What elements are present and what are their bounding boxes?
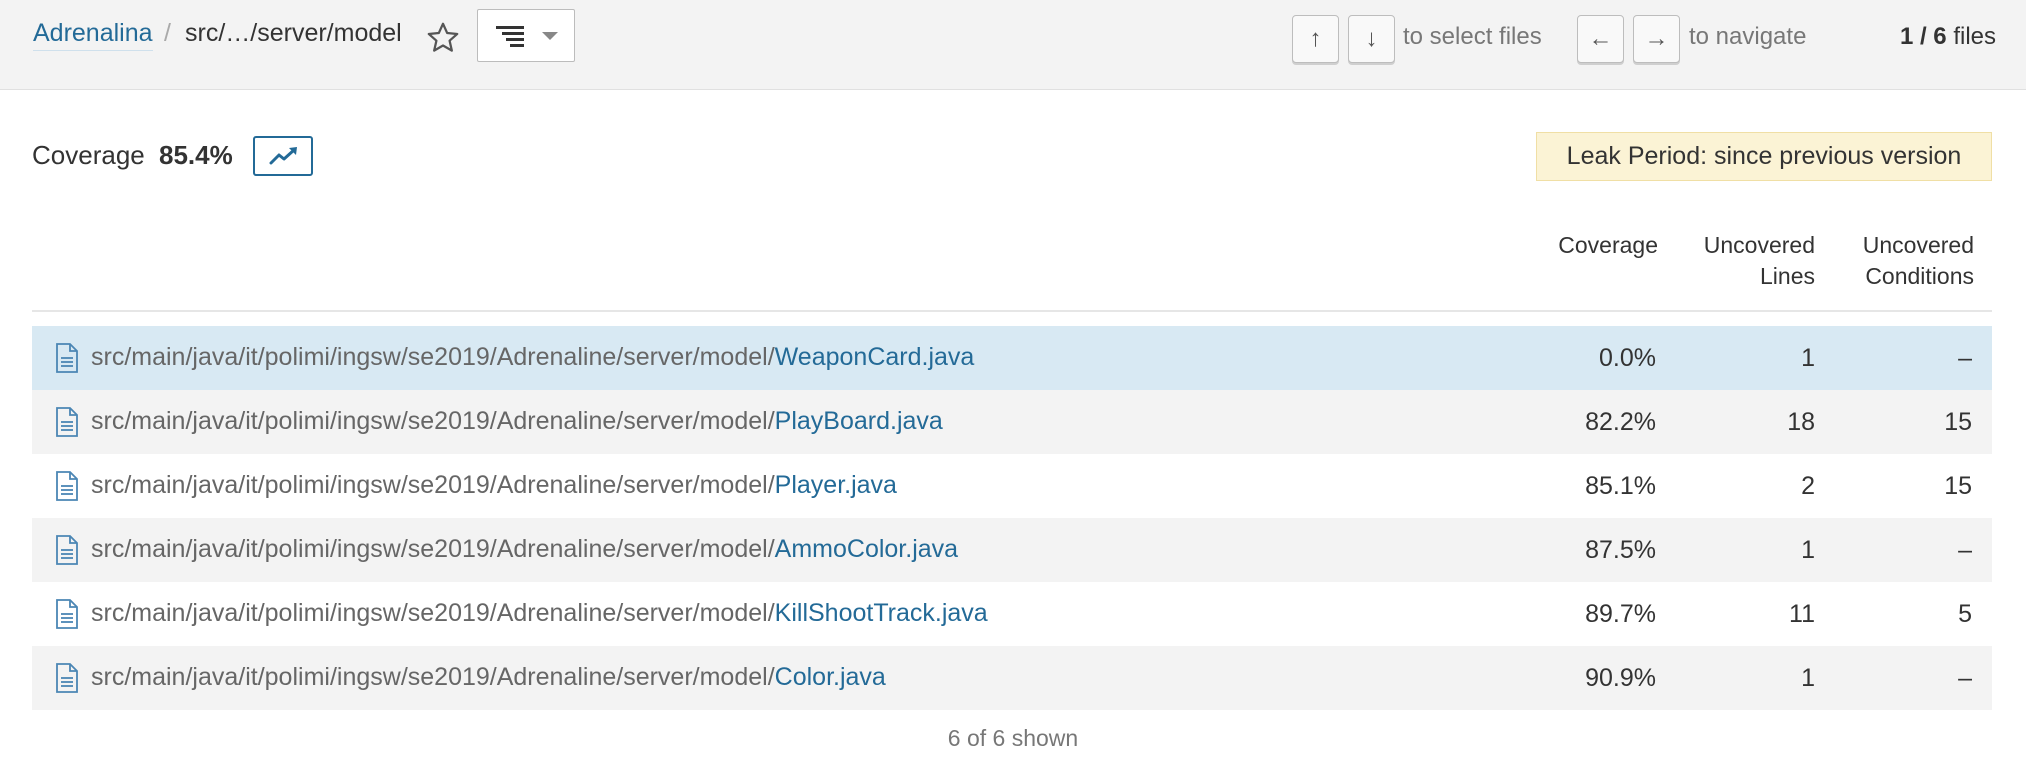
- file-icon: [55, 535, 79, 565]
- breadcrumb-project-link[interactable]: Adrenalina: [33, 18, 153, 51]
- column-header-uncovered-lines-line2: Lines: [1760, 263, 1815, 289]
- star-icon[interactable]: [425, 20, 461, 56]
- chevron-down-icon: [542, 32, 558, 40]
- file-counter: 1 / 6 files: [1900, 22, 1996, 52]
- column-header-uncovered-lines[interactable]: Uncovered Lines: [1704, 230, 1815, 292]
- view-mode-dropdown[interactable]: [477, 9, 575, 62]
- coverage-value: 0.0%: [1599, 344, 1656, 372]
- breadcrumb-separator: /: [164, 19, 171, 47]
- coverage-value: 85.1%: [1585, 472, 1656, 500]
- file-path-link[interactable]: src/main/java/it/polimi/ingsw/se2019/Adr…: [91, 406, 943, 436]
- file-counter-value: 1 / 6: [1899, 23, 1947, 50]
- file-directory: src/main/java/it/polimi/ingsw/se2019/Adr…: [91, 535, 775, 563]
- column-header-coverage[interactable]: Coverage: [1558, 230, 1658, 261]
- uncovered-conditions-value[interactable]: 15: [1944, 407, 1972, 437]
- table-row[interactable]: src/main/java/it/polimi/ingsw/se2019/Adr…: [32, 582, 1992, 646]
- file-table: src/main/java/it/polimi/ingsw/se2019/Adr…: [32, 326, 1992, 710]
- file-icon: [55, 407, 79, 437]
- file-path-link[interactable]: src/main/java/it/polimi/ingsw/se2019/Adr…: [91, 470, 897, 500]
- top-bar: Adrenalina / src/…/server/model ↑ ↓ to s…: [0, 0, 2026, 90]
- coverage-value: 89.7%: [1585, 600, 1656, 628]
- table-row[interactable]: src/main/java/it/polimi/ingsw/se2019/Adr…: [32, 326, 1992, 390]
- uncovered-conditions-value: –: [1958, 344, 1972, 372]
- coverage-value: 87.5%: [1585, 536, 1656, 564]
- table-row[interactable]: src/main/java/it/polimi/ingsw/se2019/Adr…: [32, 646, 1992, 710]
- file-name: WeaponCard.java: [774, 343, 975, 371]
- file-name: Player.java: [774, 471, 897, 499]
- arrow-down-key[interactable]: ↓: [1348, 15, 1395, 63]
- column-header-uncovered-conditions-line1: Uncovered: [1862, 232, 1974, 258]
- uncovered-lines-value[interactable]: 1: [1801, 535, 1815, 565]
- uncovered-conditions-value[interactable]: 5: [1958, 599, 1972, 629]
- file-name: KillShootTrack.java: [774, 599, 988, 627]
- table-row[interactable]: src/main/java/it/polimi/ingsw/se2019/Adr…: [32, 518, 1992, 582]
- uncovered-lines-value[interactable]: 1: [1801, 343, 1815, 373]
- table-header-divider: [32, 310, 1992, 312]
- coverage-value: 82.2%: [1585, 408, 1656, 436]
- file-directory: src/main/java/it/polimi/ingsw/se2019/Adr…: [91, 599, 775, 627]
- file-name: AmmoColor.java: [774, 535, 959, 563]
- coverage-value: 90.9%: [1585, 664, 1656, 692]
- file-icon: [55, 599, 79, 629]
- uncovered-lines-value[interactable]: 1: [1801, 663, 1815, 693]
- shown-count-footer: 6 of 6 shown: [947, 725, 1079, 751]
- leak-period-badge: Leak Period: since previous version: [1536, 132, 1992, 181]
- list-tree-icon: [496, 26, 524, 47]
- show-history-button[interactable]: [253, 136, 313, 176]
- file-directory: src/main/java/it/polimi/ingsw/se2019/Adr…: [91, 471, 775, 499]
- file-counter-suffix: files: [1953, 23, 1996, 50]
- arrow-left-key[interactable]: ←: [1577, 15, 1624, 63]
- file-name: PlayBoard.java: [774, 407, 943, 435]
- uncovered-conditions-value[interactable]: 15: [1944, 471, 1972, 501]
- file-path-link[interactable]: src/main/java/it/polimi/ingsw/se2019/Adr…: [91, 598, 988, 628]
- uncovered-lines-value[interactable]: 18: [1787, 407, 1815, 437]
- file-directory: src/main/java/it/polimi/ingsw/se2019/Adr…: [91, 663, 775, 691]
- file-directory: src/main/java/it/polimi/ingsw/se2019/Adr…: [91, 343, 775, 371]
- file-path-link[interactable]: src/main/java/it/polimi/ingsw/se2019/Adr…: [91, 534, 958, 564]
- column-header-uncovered-lines-line1: Uncovered: [1703, 232, 1815, 258]
- column-header-coverage-label: Coverage: [1558, 232, 1658, 258]
- trend-chart-icon: [269, 147, 297, 165]
- navigate-hint: to navigate: [1689, 23, 1807, 50]
- uncovered-conditions-value: –: [1958, 536, 1972, 564]
- column-header-uncovered-conditions-line2: Conditions: [1865, 263, 1974, 289]
- table-row[interactable]: src/main/java/it/polimi/ingsw/se2019/Adr…: [32, 454, 1992, 518]
- uncovered-lines-value[interactable]: 11: [1789, 599, 1815, 629]
- table-row[interactable]: src/main/java/it/polimi/ingsw/se2019/Adr…: [32, 390, 1992, 454]
- coverage-metric-label: Coverage: [32, 140, 145, 170]
- file-directory: src/main/java/it/polimi/ingsw/se2019/Adr…: [91, 407, 775, 435]
- uncovered-conditions-value: –: [1958, 664, 1972, 692]
- file-icon: [55, 343, 79, 373]
- uncovered-lines-value[interactable]: 2: [1801, 471, 1815, 501]
- file-icon: [55, 471, 79, 501]
- column-header-uncovered-conditions[interactable]: Uncovered Conditions: [1863, 230, 1974, 292]
- file-path-link[interactable]: src/main/java/it/polimi/ingsw/se2019/Adr…: [91, 662, 886, 692]
- arrow-right-key[interactable]: →: [1633, 15, 1680, 63]
- file-icon: [55, 663, 79, 693]
- file-path-link[interactable]: src/main/java/it/polimi/ingsw/se2019/Adr…: [91, 342, 974, 372]
- breadcrumb-current-path: src/…/server/model: [185, 19, 402, 47]
- select-files-hint: to select files: [1403, 23, 1542, 50]
- arrow-up-key[interactable]: ↑: [1292, 15, 1339, 63]
- coverage-metric-value: 85.4%: [159, 140, 233, 170]
- file-name: Color.java: [774, 663, 886, 691]
